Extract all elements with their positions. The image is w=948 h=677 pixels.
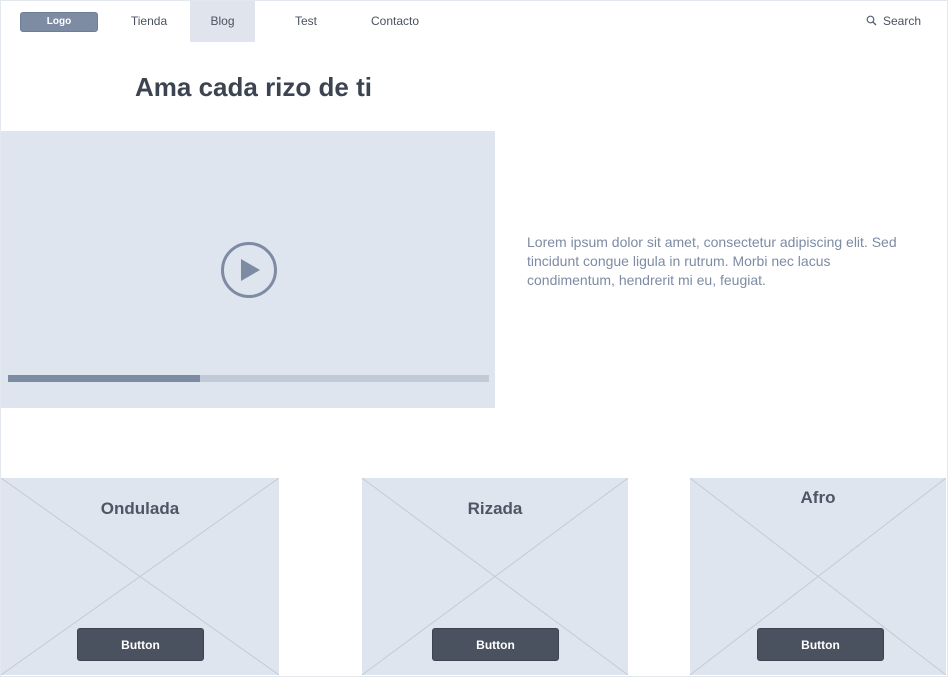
card-title: Rizada: [467, 499, 523, 518]
search-link[interactable]: Search: [866, 1, 921, 42]
search-label: Search: [883, 14, 922, 28]
play-icon[interactable]: [220, 241, 278, 299]
nav-item-test[interactable]: Test: [274, 1, 338, 42]
video-progress-fill: [8, 375, 201, 382]
search-icon: [866, 15, 877, 26]
card-title: Afro: [800, 488, 836, 507]
card-title: Ondulada: [100, 499, 180, 518]
card-ondulada: Ondulada Button: [1, 478, 279, 675]
card-rizada: Rizada Button: [362, 478, 628, 675]
card-afro: Afro Button: [690, 478, 946, 675]
hero-description: Lorem ipsum dolor sit amet, consectetur …: [527, 234, 897, 288]
page-title: Ama cada rizo de ti: [135, 72, 372, 102]
card-button[interactable]: Button: [77, 628, 204, 661]
nav-item-blog[interactable]: Blog: [190, 1, 255, 42]
card-button[interactable]: Button: [757, 628, 884, 661]
nav-item-tienda[interactable]: Tienda: [116, 1, 182, 42]
video-progress-bar[interactable]: [8, 375, 489, 382]
video-player[interactable]: [1, 131, 495, 408]
logo[interactable]: Logo: [20, 12, 98, 32]
nav-item-contacto[interactable]: Contacto: [359, 1, 431, 42]
card-button[interactable]: Button: [432, 628, 559, 661]
